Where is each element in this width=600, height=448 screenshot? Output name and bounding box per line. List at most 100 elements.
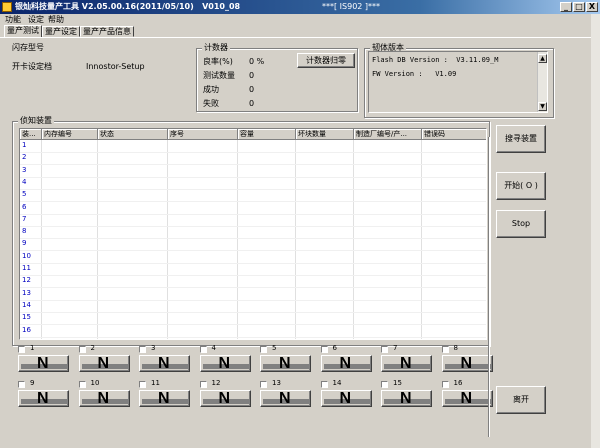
port-status-letter: N xyxy=(339,355,352,372)
search-device-button[interactable]: 搜寻装置 xyxy=(496,125,546,153)
table-row-number[interactable]: 6 xyxy=(22,203,26,211)
port-checkbox[interactable] xyxy=(260,346,267,353)
tab-production-settings[interactable]: 量产设定 xyxy=(42,26,80,37)
exit-button[interactable]: 离开 xyxy=(496,386,546,414)
close-button[interactable]: X xyxy=(586,2,598,12)
port-status-letter: N xyxy=(400,355,412,372)
scroll-down-icon[interactable]: ▼ xyxy=(538,102,547,111)
scroll-up-icon[interactable]: ▲ xyxy=(538,54,547,63)
col-serial[interactable]: 序号 xyxy=(168,129,238,140)
table-row-number[interactable]: 9 xyxy=(22,239,26,247)
port-status-letter: N xyxy=(339,390,352,407)
port-checkbox[interactable] xyxy=(139,346,146,353)
table-row-number[interactable]: 12 xyxy=(22,276,31,284)
port-status-box[interactable]: N xyxy=(381,390,432,407)
port-number: 2 xyxy=(90,344,95,352)
port-status-letter: N xyxy=(158,390,170,407)
col-manufacturer[interactable]: 制造厂编号/产... xyxy=(354,129,422,140)
device-table[interactable]: 装... 内存编号 状态 序号 容量 坏块数量 制造厂编号/产... 错误码 1… xyxy=(19,128,487,340)
card-setting-value: Innostor-Setup xyxy=(86,62,145,71)
counter-reset-button[interactable]: 计数器归零 xyxy=(297,53,355,68)
port-status-box[interactable]: N xyxy=(381,355,432,372)
fw-version: FW Version : V1.09 xyxy=(372,70,457,78)
table-row-number[interactable]: 7 xyxy=(22,215,26,223)
port-status-box[interactable]: N xyxy=(139,355,190,372)
table-row-number[interactable]: 2 xyxy=(22,153,26,161)
port-status-box[interactable]: N xyxy=(139,390,190,407)
table-row-number[interactable]: 16 xyxy=(22,326,31,334)
port-number: 4 xyxy=(211,344,216,352)
port-status-box[interactable]: N xyxy=(18,390,69,407)
menu-settings[interactable]: 设定 xyxy=(28,15,44,25)
table-row-number[interactable]: 5 xyxy=(22,190,26,198)
maximize-button[interactable]: □ xyxy=(573,2,585,12)
port-slot: 13 N xyxy=(260,379,312,407)
table-row-divider xyxy=(20,176,486,178)
table-row-divider xyxy=(20,324,486,326)
port-checkbox[interactable] xyxy=(18,346,25,353)
port-status-letter: N xyxy=(279,390,291,407)
window-center-title: ***[ IS902 ]*** xyxy=(322,2,381,11)
port-status-box[interactable]: N xyxy=(441,390,493,407)
col-memory-id[interactable]: 内存编号 xyxy=(42,129,98,140)
port-checkbox[interactable] xyxy=(260,381,267,388)
port-checkbox[interactable] xyxy=(381,381,388,388)
port-status-box[interactable]: N xyxy=(260,355,311,372)
table-row-divider xyxy=(20,201,486,203)
table-row-divider xyxy=(20,188,486,190)
success-value: 0 xyxy=(249,85,255,94)
port-checkbox[interactable] xyxy=(139,381,146,388)
col-status[interactable]: 状态 xyxy=(98,129,168,140)
port-slot: 10 N xyxy=(78,379,131,407)
stop-button[interactable]: Stop xyxy=(496,210,546,238)
col-device[interactable]: 装... xyxy=(20,129,42,140)
menu-help[interactable]: 帮助 xyxy=(48,15,64,25)
table-row-number[interactable]: 3 xyxy=(22,166,26,174)
start-button[interactable]: 开始( O ) xyxy=(496,172,546,200)
table-row-number[interactable]: 4 xyxy=(22,178,26,186)
port-status-box[interactable]: N xyxy=(320,355,372,372)
firmware-text-box[interactable]: Flash DB Version : V3.11.09_M FW Version… xyxy=(368,51,548,113)
firmware-scrollbar[interactable]: ▲ ▼ xyxy=(537,52,547,112)
port-checkbox[interactable] xyxy=(18,381,25,388)
menu-function[interactable]: 功能 xyxy=(5,15,21,25)
tab-product-info[interactable]: 量产产品信息 xyxy=(80,26,134,37)
table-row-number[interactable]: 8 xyxy=(22,227,26,235)
port-checkbox[interactable] xyxy=(320,381,328,388)
port-number: 12 xyxy=(211,379,221,387)
port-status-box[interactable]: N xyxy=(78,390,130,407)
port-number: 11 xyxy=(151,379,160,387)
col-error-code[interactable]: 错误码 xyxy=(422,129,486,140)
port-checkbox[interactable] xyxy=(381,346,388,353)
window-scrollbar[interactable] xyxy=(591,14,600,448)
port-status-box[interactable]: N xyxy=(320,390,372,407)
port-checkbox[interactable] xyxy=(441,346,449,353)
port-status-box[interactable]: N xyxy=(441,355,493,372)
col-capacity[interactable]: 容量 xyxy=(238,129,296,140)
table-row-number[interactable]: 10 xyxy=(22,252,31,260)
port-checkbox[interactable] xyxy=(199,381,207,388)
port-status-box[interactable]: N xyxy=(199,355,251,372)
port-checkbox[interactable] xyxy=(441,381,449,388)
minimize-button[interactable]: _ xyxy=(560,2,572,12)
port-checkbox[interactable] xyxy=(199,346,207,353)
port-checkbox[interactable] xyxy=(320,346,328,353)
table-row-divider xyxy=(20,336,486,338)
port-status-letter: N xyxy=(97,355,110,372)
table-row-number[interactable]: 13 xyxy=(22,289,31,297)
table-row-divider xyxy=(20,275,486,276)
port-status-box[interactable]: N xyxy=(18,355,69,372)
port-status-box[interactable]: N xyxy=(78,355,130,372)
col-bad-blocks[interactable]: 坏块数量 xyxy=(296,129,354,140)
port-status-box[interactable]: N xyxy=(199,390,251,407)
table-row-number[interactable]: 11 xyxy=(22,264,31,272)
port-checkbox[interactable] xyxy=(78,381,86,388)
table-row-number[interactable]: 15 xyxy=(22,313,31,321)
port-slot: 7N xyxy=(381,344,433,372)
port-number: 14 xyxy=(332,379,342,387)
port-status-box[interactable]: N xyxy=(260,390,311,407)
table-row-number[interactable]: 14 xyxy=(22,301,31,309)
port-slot: 12 N xyxy=(199,379,252,407)
table-row-number[interactable]: 1 xyxy=(22,141,26,149)
port-checkbox[interactable] xyxy=(78,346,86,353)
